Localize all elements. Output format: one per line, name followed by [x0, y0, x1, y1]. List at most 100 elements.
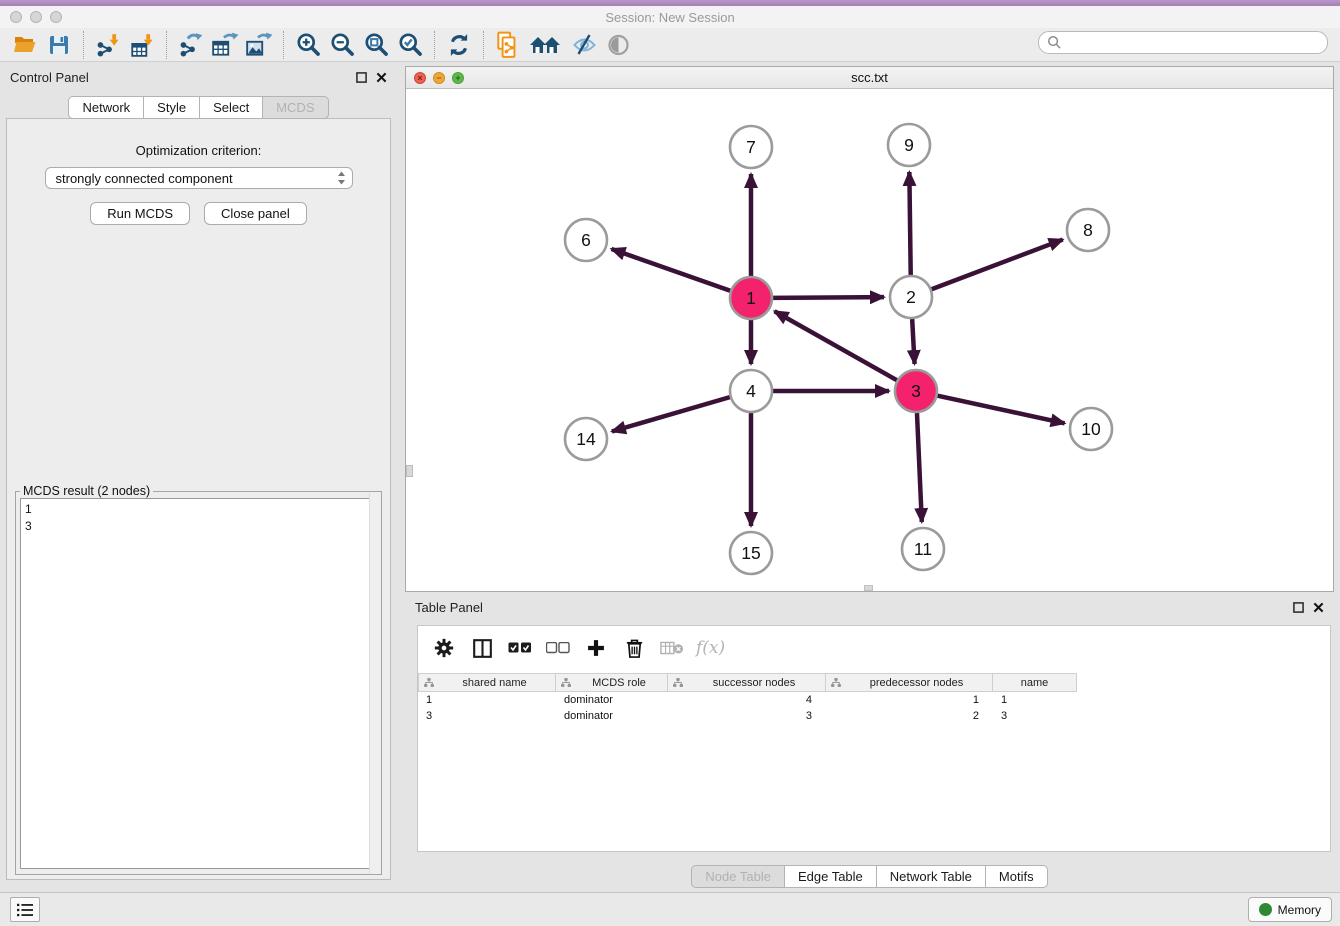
horizontal-scroll-grip[interactable]	[864, 585, 873, 591]
table-settings-button[interactable]	[430, 635, 458, 661]
float-panel-icon[interactable]	[1293, 602, 1304, 613]
criterion-value: strongly connected component	[56, 171, 337, 186]
chevron-up-down-icon	[337, 171, 346, 185]
show-all-button[interactable]	[601, 30, 635, 60]
column-header-successor-nodes[interactable]: successor nodes	[668, 673, 826, 692]
graph-edge-4-14[interactable]	[612, 397, 730, 431]
cell-mcds-role: dominator	[556, 708, 668, 724]
tab-style[interactable]: Style	[144, 96, 200, 119]
delete-table-button[interactable]	[658, 635, 686, 661]
zoom-in-button[interactable]	[291, 30, 325, 60]
table-panel-title: Table Panel	[415, 600, 1293, 615]
graph-edge-3-10[interactable]	[937, 396, 1064, 424]
tab-network-table[interactable]: Network Table	[877, 865, 986, 888]
graph-node-7[interactable]: 7	[730, 126, 772, 168]
network-maximize-button[interactable]: +	[452, 72, 464, 84]
toggle-panel-split-button[interactable]	[468, 635, 496, 661]
graph-edge-2-8[interactable]	[932, 240, 1063, 290]
close-panel-icon[interactable]	[1313, 602, 1324, 613]
graph-node-2[interactable]: 2	[890, 276, 932, 318]
column-header-shared-name[interactable]: shared name	[418, 673, 556, 692]
export-image-icon	[245, 32, 273, 58]
result-scrollbar[interactable]	[369, 493, 380, 873]
first-neighbors-button[interactable]	[525, 30, 567, 60]
network-canvas[interactable]: 7 9 6 8 1 2 4 3 14 10 15 11	[406, 90, 1333, 591]
column-header-mcds-role[interactable]: MCDS role	[556, 673, 668, 692]
network-graph: 7 9 6 8 1 2 4 3 14 10 15 11	[406, 90, 1333, 591]
unselect-all-columns-button[interactable]	[544, 635, 572, 661]
node-label: 15	[741, 543, 760, 563]
zoom-fit-button[interactable]	[359, 30, 393, 60]
import-table-button[interactable]	[125, 30, 159, 60]
export-image-button[interactable]	[242, 30, 276, 60]
hierarchy-icon	[423, 677, 435, 689]
criterion-dropdown[interactable]: strongly connected component	[45, 167, 353, 189]
graph-node-14[interactable]: 14	[565, 418, 607, 460]
fx-icon: f(x)	[696, 638, 725, 658]
tab-edge-table[interactable]: Edge Table	[785, 865, 877, 888]
graph-node-11[interactable]: 11	[902, 528, 944, 570]
graph-node-8[interactable]: 8	[1067, 209, 1109, 251]
graph-edge-2-9[interactable]	[909, 172, 910, 275]
column-header-name[interactable]: name	[993, 673, 1077, 692]
mcds-result-text[interactable]: 1 3	[20, 498, 377, 869]
function-builder-button[interactable]: f(x)	[696, 635, 725, 661]
delete-column-button[interactable]	[620, 635, 648, 661]
table-row[interactable]: 3dominator323	[418, 708, 1330, 724]
zoom-out-button[interactable]	[325, 30, 359, 60]
import-network-button[interactable]	[91, 30, 125, 60]
show-log-button[interactable]	[10, 897, 40, 922]
tab-mcds[interactable]: MCDS	[263, 96, 328, 119]
create-column-button[interactable]	[582, 635, 610, 661]
close-panel-button[interactable]: Close panel	[204, 202, 307, 225]
cell-name: 1	[993, 692, 1077, 708]
tab-select[interactable]: Select	[200, 96, 263, 119]
new-network-from-selection-button[interactable]	[491, 30, 525, 60]
hide-selected-button[interactable]	[567, 30, 601, 60]
houses-icon	[528, 33, 564, 57]
network-close-button[interactable]: ×	[414, 72, 426, 84]
toolbar-separator	[166, 31, 167, 59]
window-title: Session: New Session	[0, 10, 1340, 25]
graph-edge-2-3[interactable]	[912, 319, 914, 364]
network-window-titlebar[interactable]: × − + scc.txt	[406, 67, 1333, 89]
memory-button[interactable]: Memory	[1248, 897, 1332, 922]
tab-network[interactable]: Network	[68, 96, 144, 119]
graph-edge-1-2[interactable]	[773, 297, 884, 298]
table-row[interactable]: 1dominator411	[418, 692, 1330, 708]
tab-node-table[interactable]: Node Table	[691, 865, 785, 888]
import-network-icon	[95, 32, 121, 58]
column-header-predecessor-nodes[interactable]: predecessor nodes	[826, 673, 993, 692]
trash-icon	[625, 638, 644, 659]
graph-node-3[interactable]: 3	[895, 370, 937, 412]
graph-node-1[interactable]: 1	[730, 277, 772, 319]
select-all-columns-button[interactable]	[506, 635, 534, 661]
hierarchy-icon	[672, 677, 684, 689]
float-panel-icon[interactable]	[356, 72, 367, 83]
network-title: scc.txt	[406, 70, 1333, 85]
vertical-scroll-grip[interactable]	[406, 465, 413, 477]
search-input[interactable]	[1067, 36, 1319, 50]
export-table-button[interactable]	[208, 30, 242, 60]
split-pane-icon	[472, 638, 493, 659]
graph-node-10[interactable]: 10	[1070, 408, 1112, 450]
close-panel-icon[interactable]	[376, 72, 387, 83]
minimize-window-button[interactable]	[30, 11, 42, 23]
graph-node-6[interactable]: 6	[565, 219, 607, 261]
zoom-window-button[interactable]	[50, 11, 62, 23]
zoom-selected-button[interactable]	[393, 30, 427, 60]
close-window-button[interactable]	[10, 11, 22, 23]
graph-node-4[interactable]: 4	[730, 370, 772, 412]
graph-node-9[interactable]: 9	[888, 124, 930, 166]
tab-motifs[interactable]: Motifs	[986, 865, 1048, 888]
export-network-button[interactable]	[174, 30, 208, 60]
apply-layout-button[interactable]	[442, 30, 476, 60]
graph-edge-3-11[interactable]	[917, 413, 922, 522]
save-session-button[interactable]	[42, 30, 76, 60]
network-minimize-button[interactable]: −	[433, 72, 445, 84]
graph-edge-3-1[interactable]	[775, 311, 897, 380]
open-session-button[interactable]	[8, 30, 42, 60]
graph-node-15[interactable]: 15	[730, 532, 772, 574]
run-mcds-button[interactable]: Run MCDS	[90, 202, 190, 225]
graph-edge-1-6[interactable]	[611, 249, 730, 291]
